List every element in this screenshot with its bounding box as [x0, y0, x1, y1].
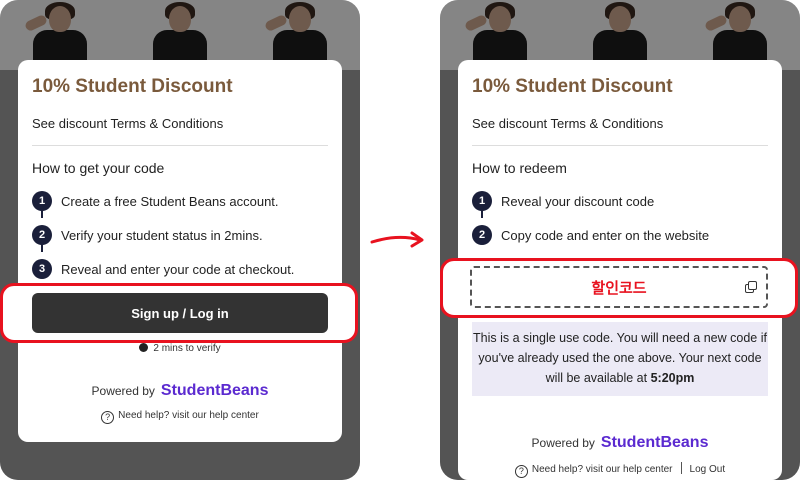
help-link[interactable]: Need help? visit our help center: [532, 464, 673, 475]
verify-text: 2 mins to verify: [153, 343, 221, 354]
steps-list: 1 Reveal your discount code 2 Copy code …: [472, 184, 768, 252]
step-item: 1 Create a free Student Beans account.: [32, 184, 328, 218]
card-title: 10% Student Discount: [32, 76, 233, 97]
signup-highlight: Sign up / Log in: [0, 283, 358, 343]
step-text: Reveal and enter your code at checkout.: [61, 261, 295, 277]
how-heading: How to get your code: [32, 160, 165, 176]
studentbeans-logo[interactable]: StudentBeans: [601, 434, 709, 451]
step-item: 1 Reveal your discount code: [472, 184, 768, 218]
step-text: Create a free Student Beans account.: [61, 193, 279, 209]
logout-link[interactable]: Log Out: [690, 464, 726, 475]
next-code-time: 5:20pm: [650, 371, 695, 385]
card-title: 10% Student Discount: [472, 76, 673, 97]
studentbeans-logo[interactable]: StudentBeans: [161, 382, 269, 399]
step-connector: [41, 242, 43, 252]
how-heading: How to redeem: [472, 160, 567, 176]
discount-code-box[interactable]: 할인코드: [470, 266, 768, 308]
divider: [680, 462, 682, 474]
step-text: Copy code and enter on the website: [501, 227, 710, 243]
clock-icon: [139, 343, 149, 352]
signup-login-button[interactable]: Sign up / Log in: [32, 293, 328, 333]
arrow-right-icon: [370, 231, 424, 248]
copy-icon[interactable]: [745, 281, 757, 293]
redeem-panel: 10% Student Discount See discount Terms …: [440, 0, 800, 480]
step-item: 2 Verify your student status in 2mins.: [32, 218, 328, 252]
step-connector: [41, 208, 43, 218]
step-text: Reveal your discount code: [501, 193, 655, 209]
powered-by-label: Powered by: [91, 384, 155, 398]
help-link[interactable]: Need help? visit our help center: [118, 410, 259, 421]
help-row: ? Need help? visit our help center Log Out: [458, 462, 782, 478]
discount-code: 할인코드: [591, 279, 647, 297]
signup-panel: 10% Student Discount See discount Terms …: [0, 0, 360, 480]
step-item: 3 Reveal and enter your code at checkout…: [32, 252, 328, 286]
note-text: This is a single use code. You will need…: [473, 331, 767, 385]
help-row: ? Need help? visit our help center: [18, 410, 342, 424]
step-item: 2 Copy code and enter on the website: [472, 218, 768, 252]
verify-note: 2 mins to verify: [18, 343, 342, 354]
code-highlight: 할인코드: [440, 258, 798, 318]
terms-link[interactable]: See discount Terms & Conditions: [472, 116, 768, 146]
discount-card: 10% Student Discount See discount Terms …: [440, 60, 798, 480]
single-use-note: This is a single use code. You will need…: [472, 322, 768, 396]
step-number: 3: [32, 259, 52, 279]
powered-by: Powered by StudentBeans: [18, 382, 342, 400]
steps-list: 1 Create a free Student Beans account. 2…: [32, 184, 328, 286]
step-number: 2: [472, 225, 492, 245]
discount-card: 10% Student Discount See discount Terms …: [0, 60, 358, 442]
question-icon: ?: [514, 465, 528, 478]
question-icon: ?: [101, 411, 115, 424]
step-text: Verify your student status in 2mins.: [61, 227, 263, 243]
step-connector: [481, 208, 483, 218]
powered-by: Powered by StudentBeans: [458, 434, 782, 452]
powered-by-label: Powered by: [531, 436, 595, 450]
terms-link[interactable]: See discount Terms & Conditions: [32, 116, 328, 146]
